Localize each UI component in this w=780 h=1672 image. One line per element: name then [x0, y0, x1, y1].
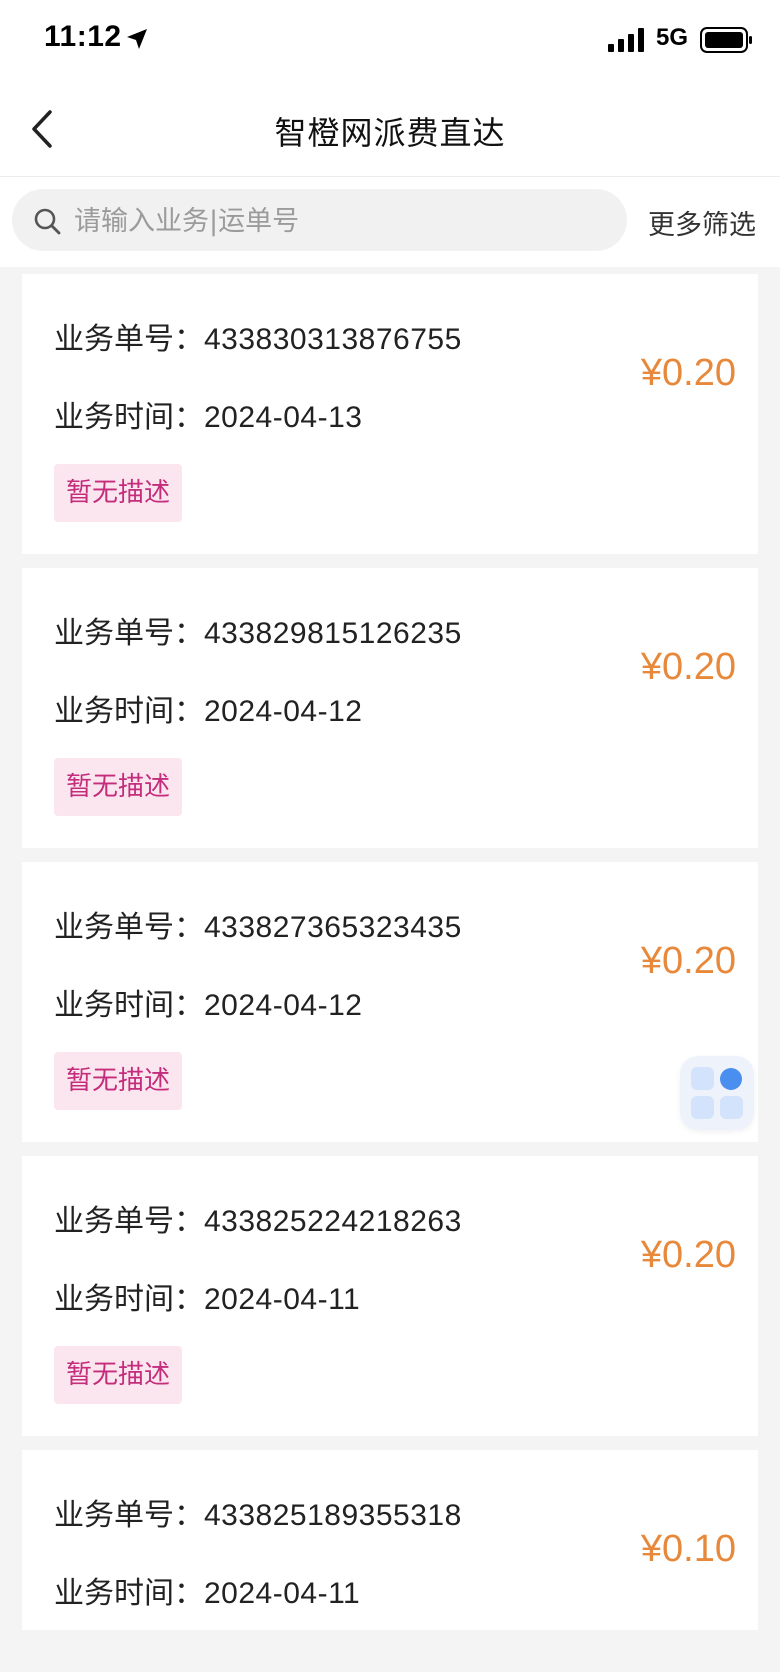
- order-number-row: 业务单号：433825224218263: [54, 1196, 462, 1240]
- business-time-value: 2024-04-11: [204, 1577, 361, 1610]
- business-time-label: 业务时间：: [54, 400, 204, 435]
- network-label: 5G: [656, 24, 689, 51]
- record-card[interactable]: 业务单号：433825189355318 业务时间：2024-04-11 ¥0.…: [22, 1450, 758, 1630]
- business-time-row: 业务时间：2024-04-11: [54, 1274, 360, 1318]
- record-card[interactable]: 业务单号：433827365323435 业务时间：2024-04-12 ¥0.…: [22, 862, 758, 1142]
- business-time-label: 业务时间：: [54, 1282, 204, 1317]
- record-card[interactable]: 业务单号：433829815126235 业务时间：2024-04-12 ¥0.…: [22, 568, 758, 848]
- description-tag: 暂无描述: [54, 1052, 183, 1110]
- business-time-label: 业务时间：: [54, 694, 204, 729]
- order-number-value: 433830313876755: [204, 323, 462, 356]
- status-bar: 11:12 5G: [0, 0, 780, 80]
- business-time-row: 业务时间：2024-04-13: [54, 392, 362, 436]
- order-number-value: 433825224218263: [204, 1205, 462, 1238]
- search-icon: [34, 208, 61, 235]
- records-list: 业务单号：433830313876755 业务时间：2024-04-13 ¥0.…: [22, 274, 758, 1644]
- amount: ¥0.20: [640, 1234, 736, 1276]
- floating-apps-button[interactable]: [680, 1056, 754, 1130]
- order-number-value: 433829815126235: [204, 617, 462, 650]
- order-number-row: 业务单号：433830313876755: [54, 314, 462, 358]
- nav-bar: 智橙网派费直达: [0, 80, 780, 177]
- order-number-value: 433827365323435: [204, 911, 462, 944]
- business-time-row: 业务时间：2024-04-12: [54, 980, 362, 1024]
- page-title: 智橙网派费直达: [274, 114, 506, 152]
- grid-apps-icon: [691, 1067, 743, 1119]
- business-time-label: 业务时间：: [54, 1576, 204, 1611]
- status-time: 11:12: [44, 20, 122, 53]
- record-card[interactable]: 业务单号：433830313876755 业务时间：2024-04-13 ¥0.…: [22, 274, 758, 554]
- order-number-label: 业务单号：: [54, 616, 204, 651]
- business-time-label: 业务时间：: [54, 988, 204, 1023]
- amount: ¥0.20: [640, 646, 736, 688]
- order-number-label: 业务单号：: [54, 1498, 204, 1533]
- signal-icon: [608, 28, 644, 52]
- location-arrow-icon: [127, 29, 147, 49]
- battery-icon: [700, 27, 752, 53]
- business-time-value: 2024-04-12: [204, 989, 363, 1022]
- business-time-value: 2024-04-13: [204, 401, 363, 434]
- description-tag: 暂无描述: [54, 758, 183, 816]
- order-number-value: 433825189355318: [204, 1499, 462, 1532]
- business-time-row: 业务时间：2024-04-12: [54, 686, 362, 730]
- description-tag: 暂无描述: [54, 464, 183, 522]
- business-time-value: 2024-04-11: [204, 1283, 361, 1316]
- description-tag: 暂无描述: [54, 1346, 183, 1404]
- search-row: 更多筛选: [0, 177, 780, 267]
- order-number-row: 业务单号：433829815126235: [54, 608, 462, 652]
- order-number-row: 业务单号：433825189355318: [54, 1490, 462, 1534]
- amount: ¥0.20: [640, 940, 736, 982]
- more-filters-button[interactable]: 更多筛选: [648, 203, 756, 242]
- order-number-label: 业务单号：: [54, 910, 204, 945]
- record-card[interactable]: 业务单号：433825224218263 业务时间：2024-04-11 ¥0.…: [22, 1156, 758, 1436]
- screen: 11:12 5G 智橙网派费直达 请输入业务|运单号 更多筛选 业务单号：433…: [0, 0, 780, 1672]
- order-number-label: 业务单号：: [54, 1204, 204, 1239]
- order-number-row: 业务单号：433827365323435: [54, 902, 462, 946]
- search-box[interactable]: [12, 189, 627, 251]
- search-input[interactable]: [72, 195, 596, 247]
- business-time-value: 2024-04-12: [204, 695, 363, 728]
- amount: ¥0.20: [640, 352, 736, 394]
- amount: ¥0.10: [640, 1528, 736, 1570]
- order-number-label: 业务单号：: [54, 322, 204, 357]
- business-time-row: 业务时间：2024-04-11: [54, 1568, 360, 1612]
